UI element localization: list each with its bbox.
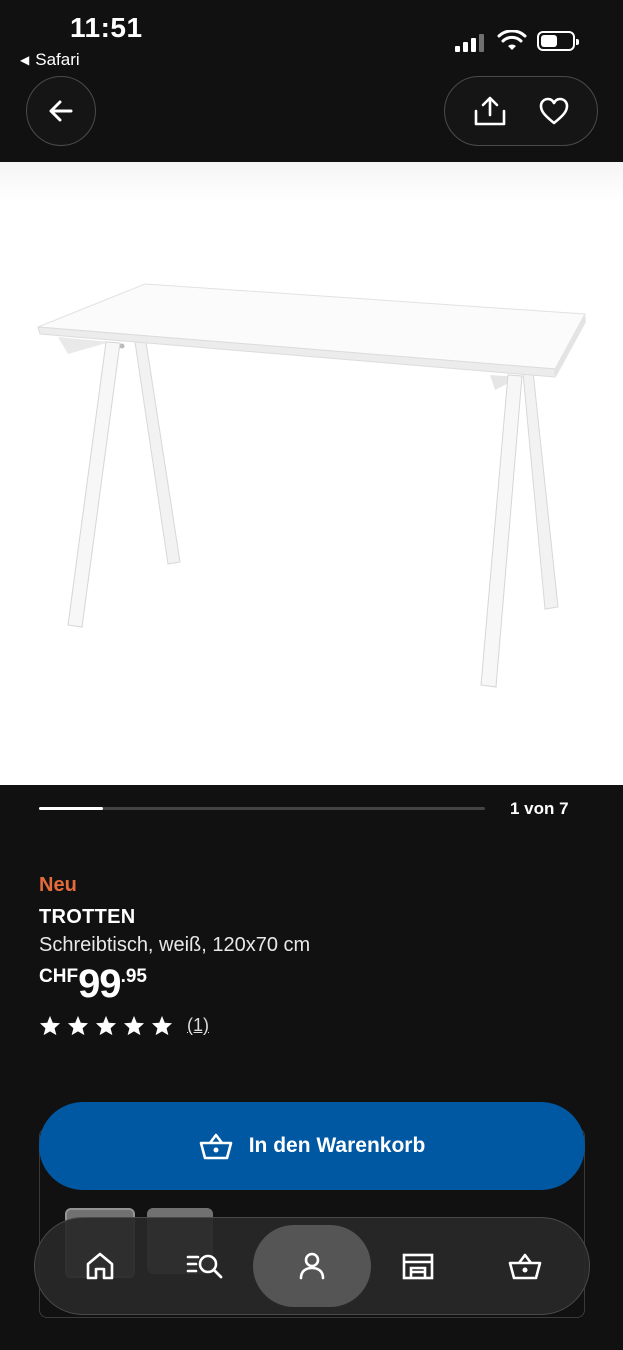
back-app-label: Safari (35, 50, 80, 69)
price-integer: 99 (78, 962, 121, 1006)
share-icon[interactable] (472, 95, 508, 127)
star-icon (39, 1015, 61, 1036)
back-triangle-icon: ◀ (20, 53, 30, 67)
nav-stores[interactable] (373, 1218, 463, 1314)
nav-home[interactable] (55, 1218, 145, 1314)
arrow-left-icon (49, 100, 73, 122)
home-icon (86, 1252, 114, 1280)
star-icon (151, 1015, 173, 1036)
basket-icon (508, 1253, 542, 1280)
product-image[interactable] (0, 162, 623, 785)
heart-icon[interactable] (538, 96, 570, 126)
product-name: TROTTEN (39, 906, 136, 928)
status-bar: 11:51 ◀ Safari (0, 0, 623, 75)
gallery-counter: 1 von 7 (510, 799, 569, 818)
star-icon (95, 1015, 117, 1036)
product-price: CHF 99 .95 (39, 962, 147, 1006)
product-rating[interactable]: (1) (39, 1015, 209, 1036)
new-badge: Neu (39, 874, 77, 896)
status-time: 11:51 (70, 12, 143, 43)
battery-icon (537, 31, 579, 51)
nav-cart[interactable] (480, 1218, 570, 1314)
add-to-cart-label: In den Warenkorb (248, 1134, 426, 1157)
store-icon (402, 1253, 434, 1280)
cellular-signal-icon (455, 32, 484, 52)
bottom-navigation (34, 1217, 590, 1315)
product-description: Schreibtisch, weiß, 120x70 cm (39, 934, 311, 956)
person-icon (299, 1252, 325, 1280)
share-favorite-group (444, 76, 598, 146)
back-button[interactable] (26, 76, 96, 146)
desk-illustration (37, 283, 586, 688)
basket-icon (199, 1133, 233, 1160)
add-to-cart-button[interactable]: In den Warenkorb (39, 1102, 585, 1190)
star-icon (123, 1015, 145, 1036)
review-count-link[interactable]: (1) (187, 1015, 209, 1036)
back-to-app-link[interactable]: ◀ Safari (20, 50, 80, 70)
price-decimal: .95 (120, 966, 147, 987)
wifi-icon (497, 30, 527, 50)
search-list-icon (186, 1254, 223, 1279)
gallery-progress-bar (39, 807, 485, 810)
nav-search[interactable] (160, 1218, 250, 1314)
price-currency: CHF (39, 966, 79, 987)
star-icon (67, 1015, 89, 1036)
nav-profile[interactable] (253, 1218, 371, 1314)
